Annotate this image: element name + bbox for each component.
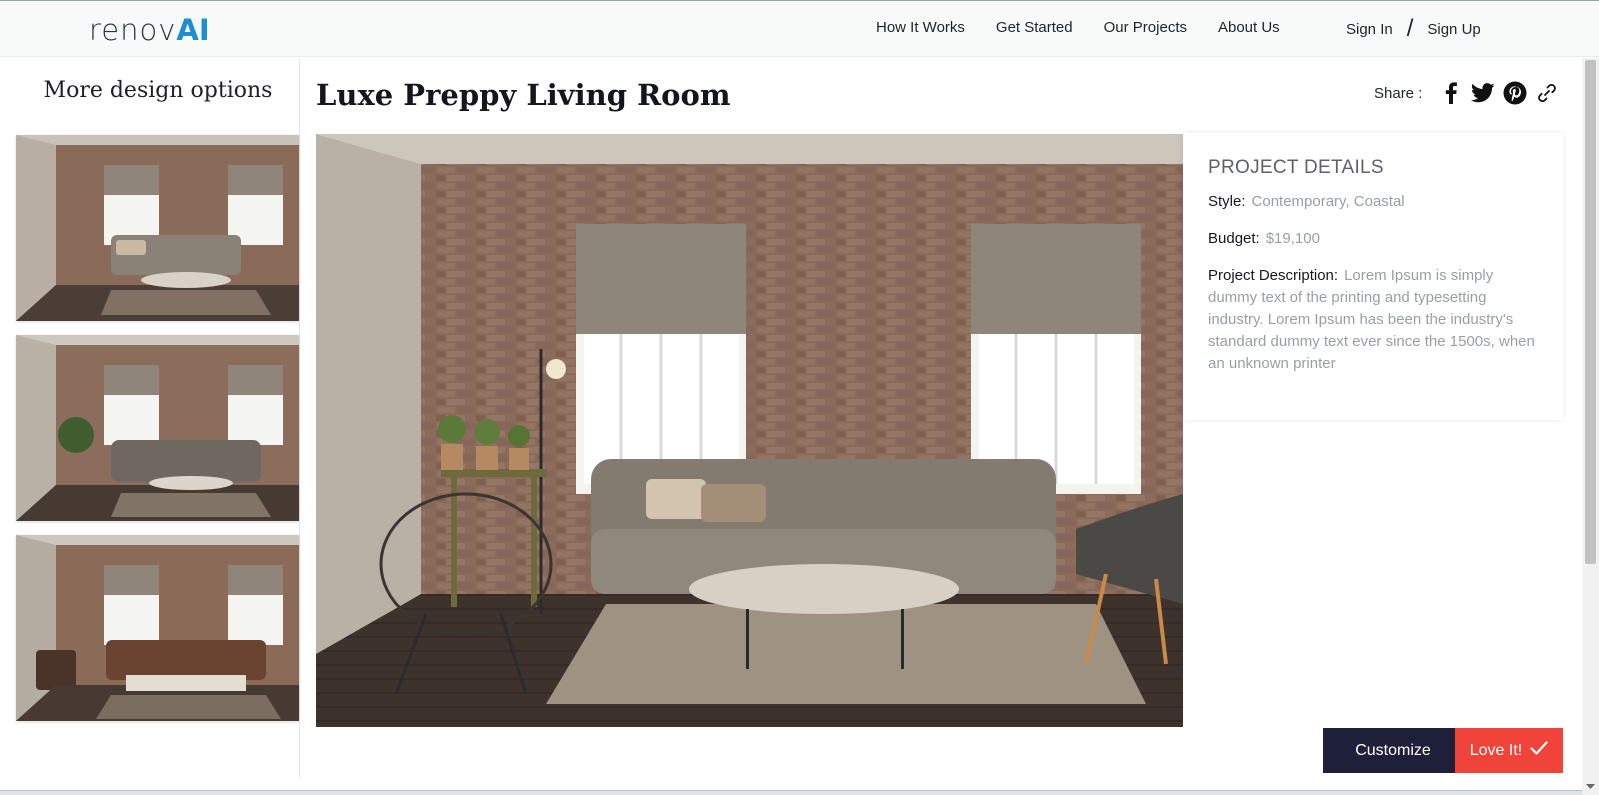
sidebar-title: More design options — [43, 78, 273, 103]
budget-value: $19,100 — [1265, 230, 1320, 247]
design-option-thumbnail-1[interactable] — [16, 135, 299, 321]
taskbar-strip — [0, 790, 1582, 795]
description-row: Project Description: Lorem Ipsum is simpl… — [1208, 265, 1539, 375]
room-thumbnail-3-image — [16, 535, 299, 721]
customize-button[interactable]: Customize — [1323, 728, 1463, 773]
project-details-card: PROJECT DETAILS Style: Contemporary, Coas… — [1183, 133, 1563, 420]
style-label: Style: — [1208, 193, 1246, 210]
room-thumbnail-2-image — [16, 335, 299, 521]
main-nav: How It Works Get Started Our Projects Ab… — [876, 19, 1311, 36]
love-it-button[interactable]: Love It! — [1455, 728, 1563, 773]
style-value: Contemporary, Coastal — [1251, 193, 1405, 210]
pinterest-icon[interactable] — [1502, 80, 1528, 106]
sign-in-link[interactable]: Sign In — [1346, 21, 1393, 38]
scrollbar-thumb[interactable] — [1585, 60, 1596, 564]
facebook-icon[interactable] — [1438, 80, 1464, 106]
nav-our-projects[interactable]: Our Projects — [1104, 19, 1187, 36]
nav-about-us[interactable]: About Us — [1218, 19, 1280, 36]
budget-row: Budget: $19,100 — [1208, 228, 1539, 250]
renovai-logo[interactable]: renov AI — [89, 13, 210, 47]
project-details-heading: PROJECT DETAILS — [1208, 157, 1384, 178]
page-title: Luxe Preppy Living Room — [316, 78, 731, 112]
auth-separator: / — [1406, 15, 1414, 42]
design-option-thumbnail-2[interactable] — [16, 335, 299, 521]
share-label: Share : — [1374, 84, 1423, 102]
room-thumbnail-1-image — [16, 135, 299, 321]
link-icon[interactable] — [1534, 80, 1560, 106]
sign-up-link[interactable]: Sign Up — [1427, 21, 1480, 38]
style-row: Style: Contemporary, Coastal — [1208, 191, 1539, 213]
checkmark-icon — [1530, 741, 1548, 760]
love-it-button-label: Love It! — [1469, 741, 1523, 759]
auth-links: Sign In / Sign Up — [1346, 15, 1481, 43]
vertical-scrollbar[interactable] — [1582, 58, 1599, 795]
logo-text-main: renov — [89, 13, 177, 47]
logo-text-accent: AI — [176, 13, 210, 47]
customize-button-label: Customize — [1355, 741, 1431, 759]
nav-how-it-works[interactable]: How It Works — [876, 19, 965, 36]
twitter-icon[interactable] — [1470, 80, 1496, 106]
description-label: Project Description: — [1208, 267, 1339, 284]
scroll-down-arrow-icon[interactable] — [1586, 782, 1595, 791]
nav-get-started[interactable]: Get Started — [996, 19, 1073, 36]
design-option-thumbnail-3[interactable] — [16, 535, 299, 721]
living-room-render — [316, 134, 1183, 727]
budget-label: Budget: — [1208, 230, 1260, 247]
design-options-sidebar: More design options — [0, 58, 300, 778]
share-bar: Share : — [1374, 80, 1560, 106]
top-navigation-bar: renov AI How It Works Get Started Our Pro… — [0, 0, 1599, 57]
main-room-image — [316, 134, 1183, 727]
